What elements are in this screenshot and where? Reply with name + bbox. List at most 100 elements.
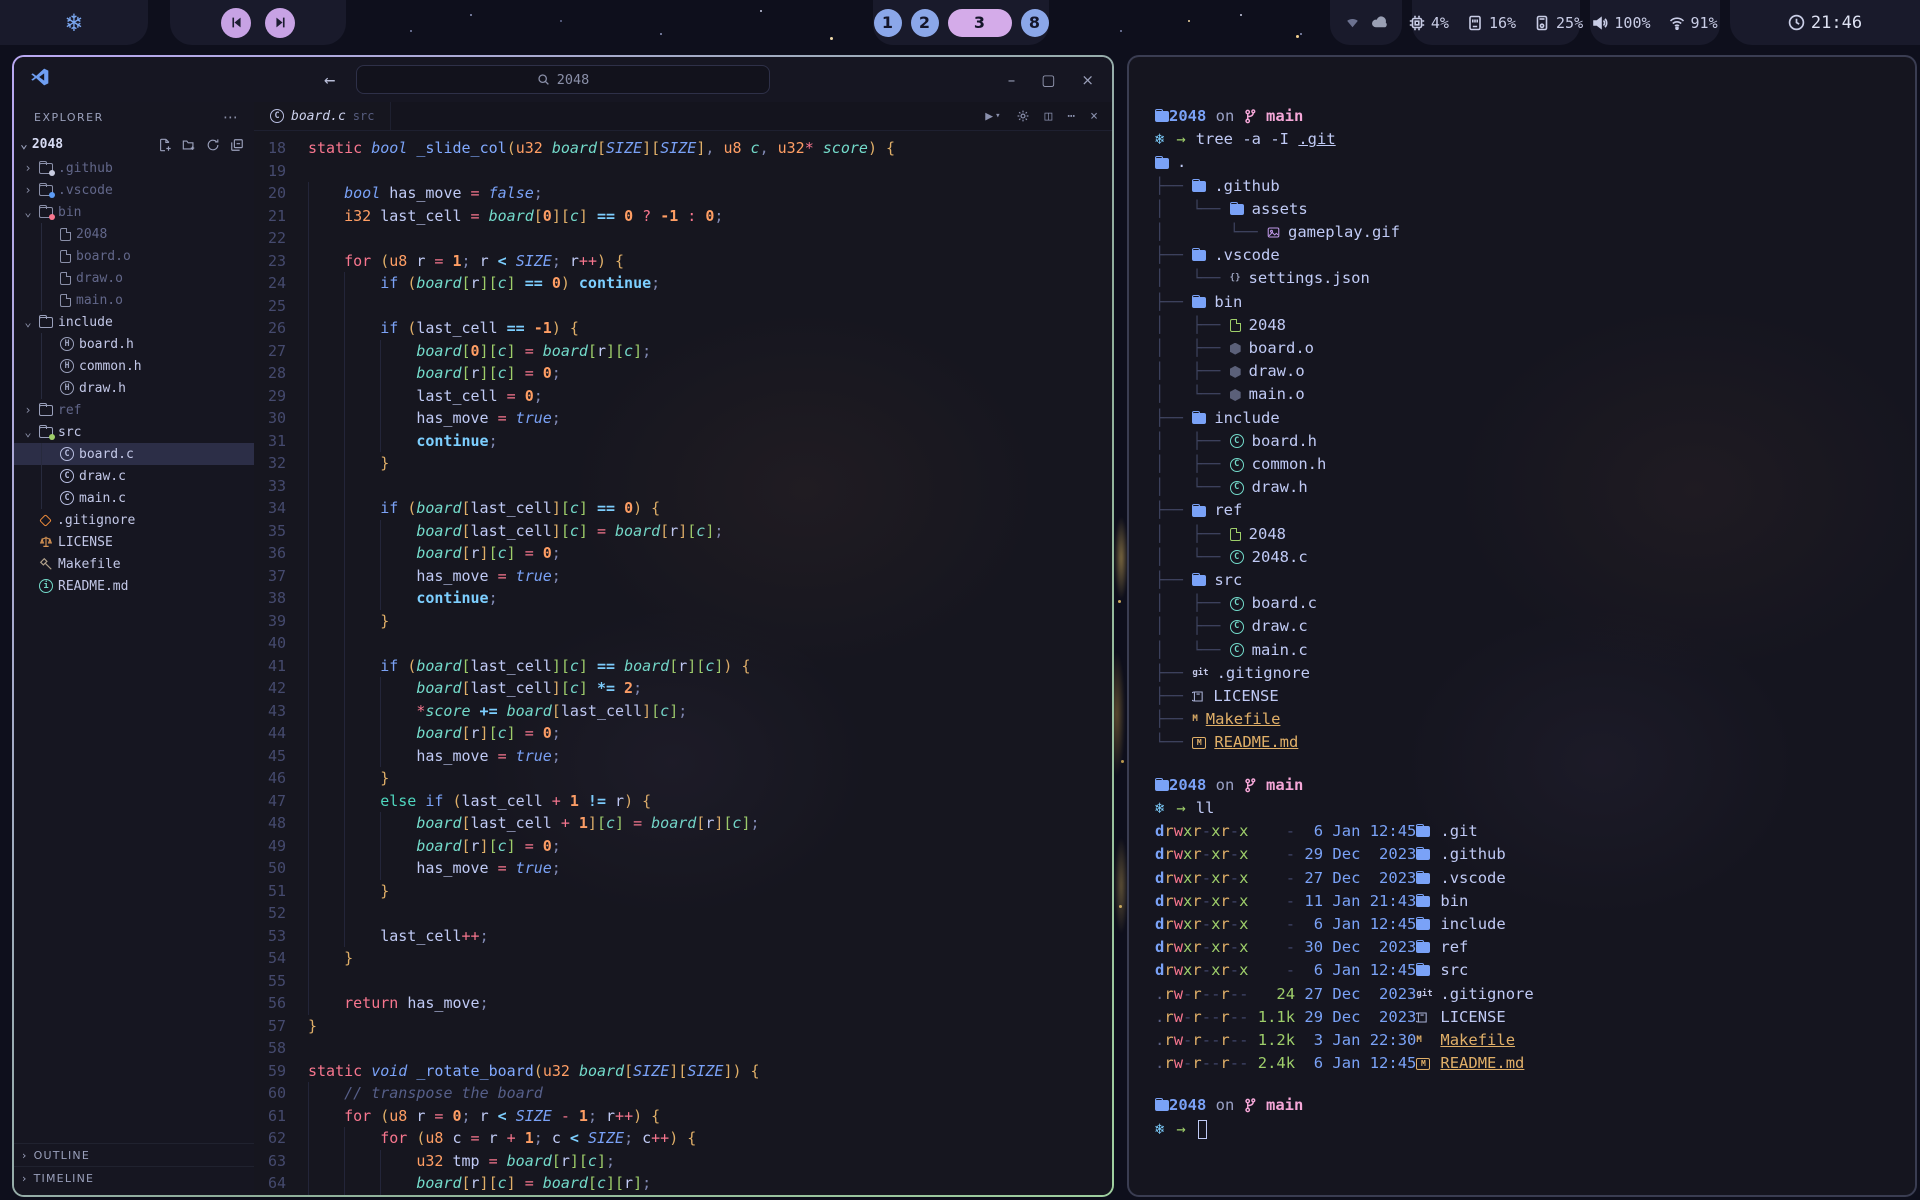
line-content: u32 tmp = board[r][c]; — [308, 1150, 615, 1173]
tree-entry-main.o: │ └── main.o — [1155, 383, 1895, 406]
code-line-30: 30 has_move = true; — [254, 407, 1112, 430]
clock-applet[interactable]: 21:46 — [1730, 0, 1920, 45]
explorer-item-2048[interactable]: 2048 — [14, 223, 254, 245]
line-content: if (board[last_cell][c] == board[r][c]) … — [308, 655, 751, 678]
image-icon — [1267, 226, 1280, 239]
close-button[interactable]: × — [1081, 71, 1094, 89]
line-number: 57 — [254, 1015, 308, 1038]
vscode-titlebar[interactable]: ← → 2048 – ▢ × — [14, 57, 1112, 102]
explorer-item-draw.c[interactable]: Cdraw.c — [14, 465, 254, 487]
line-number: 35 — [254, 520, 308, 543]
explorer-item-include[interactable]: ⌄include — [14, 311, 254, 333]
launcher-button[interactable]: ❄ — [0, 0, 148, 45]
folder-icon — [1416, 965, 1430, 976]
maximize-button[interactable]: ▢ — [1041, 71, 1055, 89]
file-size: - — [1258, 913, 1295, 936]
prompt-arrow: → — [1164, 128, 1195, 151]
media-next-button[interactable] — [265, 8, 295, 38]
markdown-icon: M — [1192, 737, 1206, 749]
line-number: 44 — [254, 722, 308, 745]
timeline-section[interactable]: ›TIMELINE — [14, 1166, 254, 1189]
explorer-item-common.h[interactable]: Hcommon.h — [14, 355, 254, 377]
folder-icon — [39, 317, 53, 328]
explorer-item-draw.h[interactable]: Hdraw.h — [14, 377, 254, 399]
terminal-window: 2048 on main❄→tree -a -I .git.├── .githu… — [1127, 55, 1917, 1197]
modified-date: 11 Jan 21:43 — [1304, 890, 1416, 913]
system-stats-applet[interactable]: 4% 16% 25% — [1412, 0, 1580, 45]
file-label: ref — [58, 403, 81, 418]
root-folder-label: 2048 — [32, 137, 63, 152]
connectivity-applet[interactable] — [1330, 0, 1402, 45]
explorer-item-Makefile[interactable]: Makefile — [14, 553, 254, 575]
run-file-button[interactable]: ▶▾ — [985, 109, 1000, 124]
tree-entry-Makefile: ├── MMakefile — [1155, 708, 1895, 731]
disk-icon — [1534, 15, 1550, 31]
nav-back-button[interactable]: ← — [324, 69, 335, 91]
tab-board-c[interactable]: C board.c src — [254, 102, 391, 130]
media-controls — [170, 0, 346, 45]
workspace-switcher: 1238 — [873, 0, 1049, 45]
collapse-folders-button[interactable] — [230, 138, 244, 152]
explorer-root-folder[interactable]: ⌄ 2048 — [14, 132, 254, 157]
explorer-item-.vscode[interactable]: ›.vscode — [14, 179, 254, 201]
folder-bin-icon — [39, 207, 53, 218]
code-editor[interactable]: 18static bool _slide_col(u32 board[SIZE]… — [254, 131, 1112, 1195]
line-number: 34 — [254, 497, 308, 520]
new-file-button[interactable] — [158, 138, 172, 152]
explorer-item-board.c[interactable]: Cboard.c — [14, 443, 254, 465]
skip-previous-icon — [230, 16, 243, 29]
wifi-signal-icon — [1669, 15, 1685, 31]
folder-open-icon — [1155, 1100, 1169, 1111]
split-editor-button[interactable]: ◫ — [1045, 109, 1053, 124]
explorer-item-draw.o[interactable]: draw.o — [14, 267, 254, 289]
line-number: 36 — [254, 542, 308, 565]
object-icon — [1230, 343, 1241, 355]
more-actions-button[interactable]: ⋯ — [1067, 109, 1075, 124]
explorer-item-main.c[interactable]: Cmain.c — [14, 487, 254, 509]
close-editor-button[interactable]: × — [1090, 109, 1098, 124]
shell-prompt: 2048 on main — [1155, 774, 1895, 797]
tree-entry-.gitignore: ├── git.gitignore — [1155, 662, 1895, 685]
terminal-content[interactable]: 2048 on main❄→tree -a -I .git.├── .githu… — [1129, 57, 1915, 1195]
explorer-item-board.o[interactable]: board.o — [14, 245, 254, 267]
code-line-47: 47 else if (last_cell + 1 != r) { — [254, 790, 1112, 813]
explorer-item-board.h[interactable]: Hboard.h — [14, 333, 254, 355]
explorer-item-.gitignore[interactable]: .gitignore — [14, 509, 254, 531]
explorer-item-bin[interactable]: ⌄bin — [14, 201, 254, 223]
line-number: 24 — [254, 272, 308, 295]
gear-icon[interactable] — [1016, 109, 1030, 123]
workspace-3[interactable]: 3 — [948, 9, 1012, 37]
explorer-item-src[interactable]: ⌄src — [14, 421, 254, 443]
command-center-search[interactable]: 2048 — [356, 65, 770, 94]
line-number: 53 — [254, 925, 308, 948]
line-content: has_move = true; — [308, 857, 561, 880]
explorer-item-ref[interactable]: ›ref — [14, 399, 254, 421]
refresh-button[interactable] — [206, 138, 220, 152]
git-branch-icon — [1244, 109, 1257, 124]
line-number: 29 — [254, 385, 308, 408]
minimize-button[interactable]: – — [1008, 71, 1016, 89]
code-line-29: 29 last_cell = 0; — [254, 385, 1112, 408]
workspace-2[interactable]: 2 — [911, 9, 939, 37]
outline-section[interactable]: ›OUTLINE — [14, 1143, 254, 1166]
markdown-icon: M — [1416, 1058, 1430, 1070]
line-number: 38 — [254, 587, 308, 610]
media-previous-button[interactable] — [221, 8, 251, 38]
new-folder-button[interactable] — [182, 138, 196, 152]
explorer-item-.github[interactable]: ›.github — [14, 157, 254, 179]
code-line-50: 50 has_move = true; — [254, 857, 1112, 880]
explorer-more-actions[interactable]: ⋯ — [223, 108, 238, 126]
file-icon — [60, 272, 71, 285]
folder-open-icon — [1155, 780, 1169, 791]
explorer-item-main.o[interactable]: main.o — [14, 289, 254, 311]
line-content: has_move = true; — [308, 407, 561, 430]
audio-network-applet[interactable]: 100% 91% — [1590, 0, 1720, 45]
folder-open-icon — [1155, 158, 1169, 169]
explorer-item-README.md[interactable]: iREADME.md — [14, 575, 254, 597]
clang-icon: C — [1230, 597, 1244, 611]
explorer-item-LICENSE[interactable]: LICENSE — [14, 531, 254, 553]
volume-stat: 100% — [1592, 14, 1650, 32]
workspace-8[interactable]: 8 — [1021, 9, 1049, 37]
clang-icon: C — [1230, 643, 1244, 657]
workspace-1[interactable]: 1 — [874, 9, 902, 37]
